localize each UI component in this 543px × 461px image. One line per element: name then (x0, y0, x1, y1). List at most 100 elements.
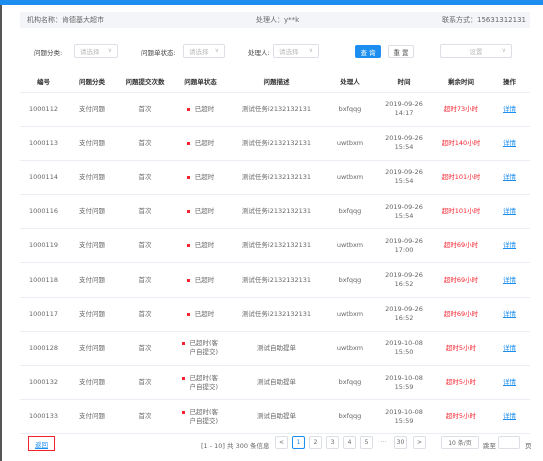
page-button-5[interactable]: 5 (360, 436, 373, 449)
status-dot-icon (186, 312, 190, 316)
table-row: 1000114 支付问题 首次 已超时 测试任务i2132132131 uwtbxm 201… (20, 160, 530, 196)
page-button-last[interactable]: 30 (394, 436, 407, 449)
cell-remaining: 超时5小时 (433, 331, 489, 367)
detail-link[interactable]: 详情 (503, 207, 516, 215)
cell-remaining: 超时69小时 (433, 262, 489, 298)
reset-button[interactable]: 重 置 (388, 45, 414, 58)
status-text: 已超时 (194, 172, 215, 181)
filter-bar: 问题分类: 请选择 ∨ 问题单状态: 请选择 ∨ 处理人: 请选择 ∨ 查 询 … (20, 41, 530, 61)
org-name: 机构名称：肯德基大超市 (27, 16, 104, 24)
status-badge: 已超时 (186, 241, 215, 250)
date-text: 2019-09-26 (385, 236, 423, 245)
cell-time: 2019-09-26 15:54 (375, 160, 433, 196)
date-text: 2019-09-26 (385, 202, 423, 211)
clock-time-text: 14:17 (394, 109, 414, 118)
settings-select[interactable]: 设置 ∨ (440, 44, 512, 58)
category-label: 问题分类: (34, 49, 63, 57)
cell-handler: bxfqqg (325, 194, 375, 230)
cell-status: 已超时 (173, 92, 228, 127)
cell-category: 支付问题 (67, 331, 117, 367)
table-row: 1000117 支付问题 首次 已超时 测试任务i2132132131 uwtbxm 201… (20, 297, 530, 332)
detail-link[interactable]: 详情 (503, 310, 516, 318)
cell-status: 已超时 (173, 160, 228, 196)
back-link[interactable]: 返回 (35, 439, 48, 449)
cell-submit-count: 首次 (117, 126, 173, 161)
table-row: 1000113 支付问题 首次 已超时 测试任务i2132132131 uwtbxm 201… (20, 126, 530, 161)
col-header-submit-count: 问题提交次数 (117, 70, 173, 93)
col-header-time: 时间 (375, 70, 433, 93)
date-text: 2019-09-26 (385, 100, 423, 109)
cell-status: 已超时 (173, 262, 228, 298)
table-row: 1000112 支付问题 首次 已超时 测试任务i2132132131 bxfqqg 201… (20, 92, 530, 127)
status-text: 已超时(客户自提交) (189, 339, 219, 357)
status-select[interactable]: 请选择 ∨ (183, 44, 225, 58)
page-ellipsis[interactable]: ··· (377, 436, 390, 449)
category-select[interactable]: 请选择 ∨ (74, 44, 118, 58)
status-dot-icon (186, 107, 190, 111)
cell-category: 支付问题 (67, 262, 117, 298)
col-header-action: 操作 (489, 70, 530, 93)
cell-remaining: 超时73小时 (433, 92, 489, 127)
jump-page-input[interactable] (498, 436, 520, 449)
cell-remaining: 超时101小时 (433, 160, 489, 196)
cell-category: 支付问题 (67, 365, 117, 401)
cell-action: 详情 (489, 331, 530, 367)
status-dot-icon (181, 410, 185, 414)
next-page-button[interactable]: > (413, 436, 426, 449)
cell-handler: bxfqqg (325, 262, 375, 298)
handler-placeholder: 请选择 (279, 48, 299, 56)
status-dot-icon (181, 376, 185, 380)
cell-handler: uwtbxm (325, 126, 375, 161)
page-button-1[interactable]: 1 (292, 436, 305, 449)
date-text: 2019-09-26 (385, 134, 423, 143)
cell-status: 已超时 (173, 194, 228, 230)
cell-remaining: 超时140小时 (433, 126, 489, 161)
prev-page-button[interactable]: < (275, 436, 288, 449)
table-row: 1000133 支付问题 首次 已超时(客户自提交) 测试自助提单 bxfqqg 2019-… (20, 399, 530, 435)
detail-link[interactable]: 详情 (503, 412, 516, 420)
detail-link[interactable]: 详情 (503, 105, 516, 113)
cell-time: 2019-09-26 17:00 (375, 228, 433, 264)
cell-remaining: 超时69小时 (433, 228, 489, 264)
cell-description: 测试任务i2132132131 (228, 194, 325, 230)
page-button-2[interactable]: 2 (309, 436, 322, 449)
page-size-select[interactable]: 10 条/页 (441, 436, 479, 449)
cell-description: 测试自助提单 (228, 331, 325, 367)
detail-link[interactable]: 详情 (503, 344, 516, 352)
query-button[interactable]: 查 询 (355, 45, 381, 58)
cell-submit-count: 首次 (117, 228, 173, 264)
clock-time-text: 17:00 (394, 245, 414, 254)
clock-time-text: 15:54 (394, 211, 414, 220)
cell-time: 2019-09-26 15:54 (375, 126, 433, 161)
detail-link[interactable]: 详情 (503, 139, 516, 147)
cell-submit-count: 首次 (117, 194, 173, 230)
page-info: [1 - 10] 共 300 条信息 (201, 442, 270, 450)
cell-status: 已超时(客户自提交) (173, 365, 228, 401)
status-text: 已超时 (194, 241, 215, 250)
page-button-4[interactable]: 4 (343, 436, 356, 449)
status-dot-icon (186, 175, 190, 179)
detail-link[interactable]: 详情 (503, 173, 516, 181)
cell-remaining: 超时5小时 (433, 365, 489, 401)
page-button-3[interactable]: 3 (326, 436, 339, 449)
chevron-down-icon: ∨ (501, 47, 506, 54)
status-dot-icon (186, 278, 190, 282)
cell-description: 测试任务i2132132131 (228, 92, 325, 127)
handler-select[interactable]: 请选择 ∨ (273, 44, 319, 58)
date-text: 2019-10-08 (385, 407, 423, 416)
cell-handler: uwtbxm (325, 331, 375, 367)
cell-category: 支付问题 (67, 126, 117, 161)
status-placeholder: 请选择 (189, 48, 209, 56)
cell-submit-count: 首次 (117, 92, 173, 127)
cell-action: 详情 (489, 228, 530, 264)
status-dot-icon (186, 244, 190, 248)
col-header-category: 问题分类 (67, 70, 117, 93)
detail-link[interactable]: 详情 (503, 241, 516, 249)
date-text: 2019-10-08 (385, 373, 423, 382)
clock-time-text: 16:52 (394, 280, 414, 289)
detail-link[interactable]: 详情 (503, 378, 516, 386)
detail-link[interactable]: 详情 (503, 276, 516, 284)
cell-time: 2019-10-08 15:50 (375, 331, 433, 367)
cell-handler: bxfqqg (325, 365, 375, 401)
cell-action: 详情 (489, 92, 530, 127)
